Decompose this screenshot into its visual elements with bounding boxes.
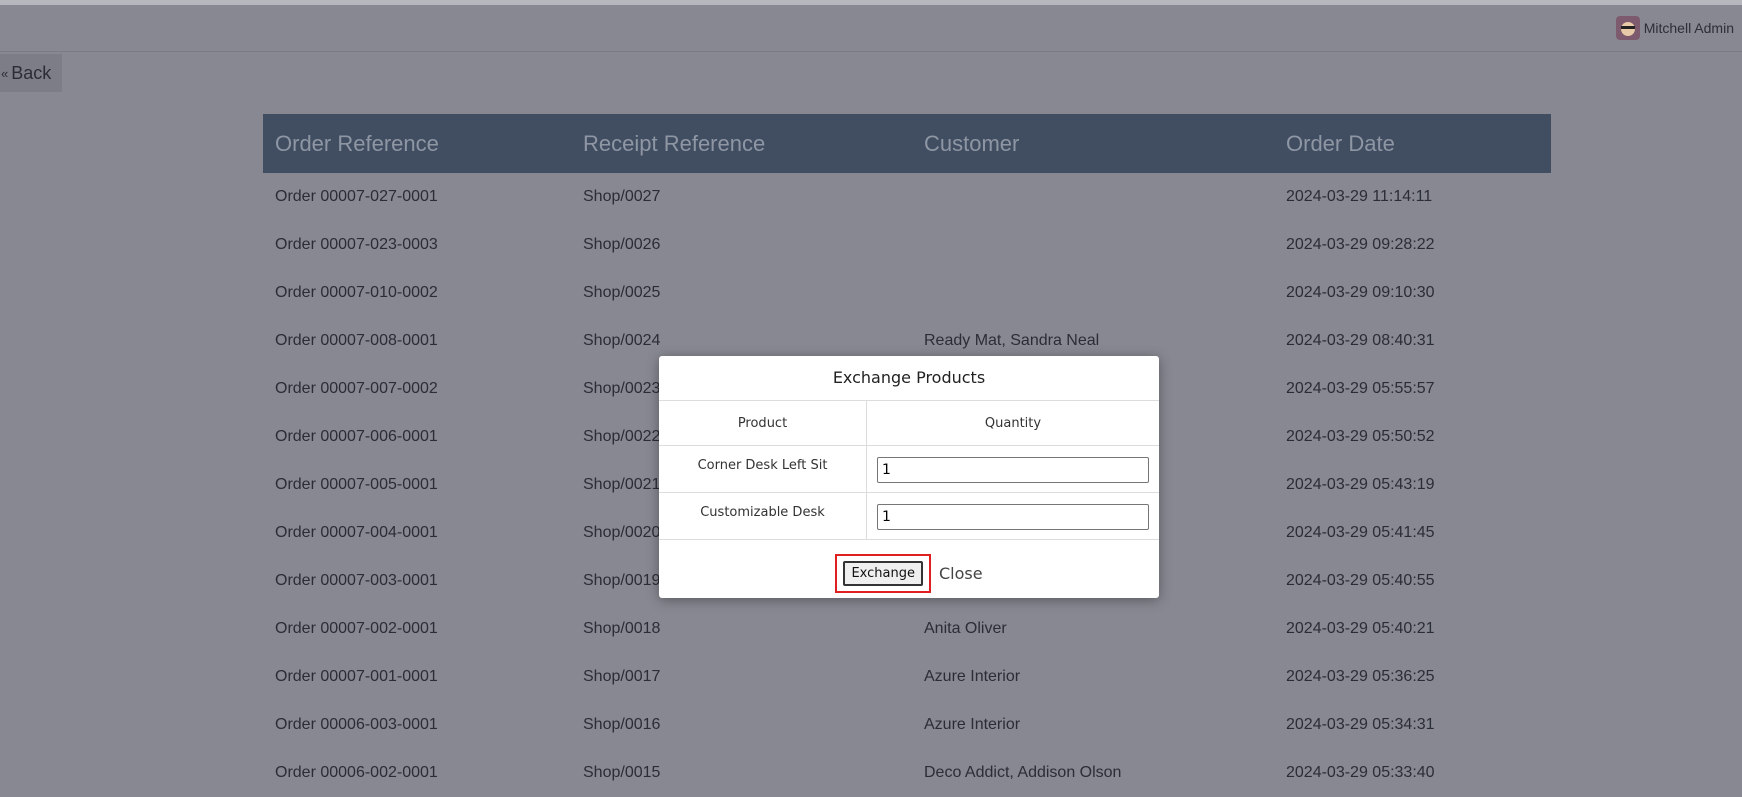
- quantity-input[interactable]: [877, 457, 1149, 483]
- order-date-cell: 2024-03-29 05:34:31: [1286, 716, 1435, 733]
- order-date-cell: 2024-03-29 05:43:19: [1286, 476, 1435, 493]
- customer-cell: [912, 269, 1274, 317]
- table-row[interactable]: Order 00006-003-0001 Shop/0016 Azure Int…: [263, 701, 1551, 749]
- table-row[interactable]: Order 00007-002-0001 Shop/0018 Anita Oli…: [263, 605, 1551, 653]
- header-quantity: Quantity: [866, 401, 1159, 446]
- avatar-glasses-icon: [1620, 26, 1635, 29]
- quantity-input[interactable]: [877, 504, 1149, 530]
- avatar-face-icon: [1620, 22, 1635, 36]
- order-date-cell: 2024-03-29 11:14:11: [1286, 188, 1433, 205]
- order-reference-cell: Order 00007-008-0001: [275, 332, 438, 349]
- order-reference-cell: Order 00006-003-0001: [275, 716, 438, 733]
- order-date-cell: 2024-03-29 09:28:22: [1286, 236, 1435, 253]
- table-row[interactable]: Order 00007-001-0001 Shop/0017 Azure Int…: [263, 653, 1551, 701]
- dialog-title: Exchange Products: [659, 356, 1159, 401]
- product-name: Customizable Desk: [659, 492, 867, 540]
- back-label: Back: [11, 62, 52, 83]
- order-reference-cell: Order 00007-005-0001: [275, 476, 438, 493]
- customer-cell: [912, 173, 1274, 221]
- order-reference-cell: Order 00007-002-0001: [275, 620, 438, 637]
- order-reference-cell: Order 00007-007-0002: [275, 380, 438, 397]
- order-reference-cell: Order 00007-003-0001: [275, 572, 438, 589]
- exchange-products-dialog: Exchange Products Product Quantity Corne…: [659, 356, 1159, 598]
- user-name: Mitchell Admin: [1643, 20, 1734, 36]
- order-reference-cell: Order 00007-023-0003: [275, 236, 438, 253]
- exchange-item-row: Corner Desk Left Sit: [659, 445, 1159, 493]
- customer-cell: Deco Addict, Addison Olson: [924, 764, 1122, 781]
- table-row[interactable]: Order 00007-010-0002 Shop/0025 2024-03-2…: [263, 269, 1551, 317]
- order-date-cell: 2024-03-29 08:40:31: [1286, 332, 1435, 349]
- customer-cell: Azure Interior: [924, 716, 1021, 733]
- customer-cell: Azure Interior: [924, 668, 1021, 685]
- receipt-reference-cell: Shop/0025: [583, 284, 661, 301]
- header-product: Product: [659, 401, 867, 446]
- customer-cell: [912, 221, 1274, 269]
- order-date-cell: 2024-03-29 05:36:25: [1286, 668, 1435, 685]
- close-button[interactable]: Close: [939, 564, 983, 583]
- order-date-cell: 2024-03-29 05:41:45: [1286, 524, 1435, 541]
- receipt-reference-cell: Shop/0018: [583, 620, 661, 637]
- quantity-cell: [866, 445, 1159, 493]
- table-row[interactable]: Order 00007-027-0001 Shop/0027 2024-03-2…: [263, 173, 1551, 221]
- receipt-reference-cell: Shop/0027: [583, 188, 661, 205]
- header-order-reference: Order Reference: [275, 130, 439, 156]
- order-reference-cell: Order 00007-001-0001: [275, 668, 438, 685]
- exchange-products-table: Product Quantity Corner Desk Left Sit Cu…: [659, 401, 1159, 540]
- header-customer: Customer: [924, 130, 1020, 156]
- receipt-reference-cell: Shop/0017: [583, 668, 661, 685]
- receipt-reference-cell: Shop/0026: [583, 236, 661, 253]
- order-date-cell: 2024-03-29 05:50:52: [1286, 428, 1435, 445]
- order-reference-cell: Order 00007-006-0001: [275, 428, 438, 445]
- order-date-cell: 2024-03-29 09:10:30: [1286, 284, 1435, 301]
- top-navbar: Mitchell Admin: [0, 5, 1742, 52]
- exchange-button-highlight: Exchange: [835, 554, 931, 593]
- order-date-cell: 2024-03-29 05:55:57: [1286, 380, 1435, 397]
- user-avatar: [1615, 16, 1640, 40]
- orders-header-row: Order Reference Receipt Reference Custom…: [263, 114, 1551, 173]
- receipt-reference-cell: Shop/0015: [583, 764, 661, 781]
- customer-cell: Anita Oliver: [924, 620, 1007, 637]
- header-order-date: Order Date: [1286, 130, 1395, 156]
- exchange-item-row: Customizable Desk: [659, 492, 1159, 540]
- table-row[interactable]: Order 00006-002-0001 Shop/0015 Deco Addi…: [263, 749, 1551, 797]
- order-date-cell: 2024-03-29 05:40:55: [1286, 572, 1435, 589]
- order-reference-cell: Order 00006-002-0001: [275, 764, 438, 781]
- order-reference-cell: Order 00007-027-0001: [275, 188, 438, 205]
- table-row[interactable]: Order 00007-023-0003 Shop/0026 2024-03-2…: [263, 221, 1551, 269]
- receipt-reference-cell: Shop/0016: [583, 716, 661, 733]
- order-reference-cell: Order 00007-010-0002: [275, 284, 438, 301]
- back-button[interactable]: « Back: [0, 54, 62, 92]
- exchange-button[interactable]: Exchange: [843, 561, 923, 586]
- product-name: Corner Desk Left Sit: [659, 445, 867, 493]
- quantity-cell: [866, 492, 1159, 540]
- user-menu[interactable]: Mitchell Admin: [1615, 16, 1734, 40]
- double-chevron-left-icon: «: [1, 65, 9, 81]
- order-reference-cell: Order 00007-004-0001: [275, 524, 438, 541]
- order-date-cell: 2024-03-29 05:33:40: [1286, 764, 1435, 781]
- dialog-footer: Exchange Close: [659, 554, 1159, 593]
- header-receipt-reference: Receipt Reference: [583, 130, 766, 156]
- order-date-cell: 2024-03-29 05:40:21: [1286, 620, 1435, 637]
